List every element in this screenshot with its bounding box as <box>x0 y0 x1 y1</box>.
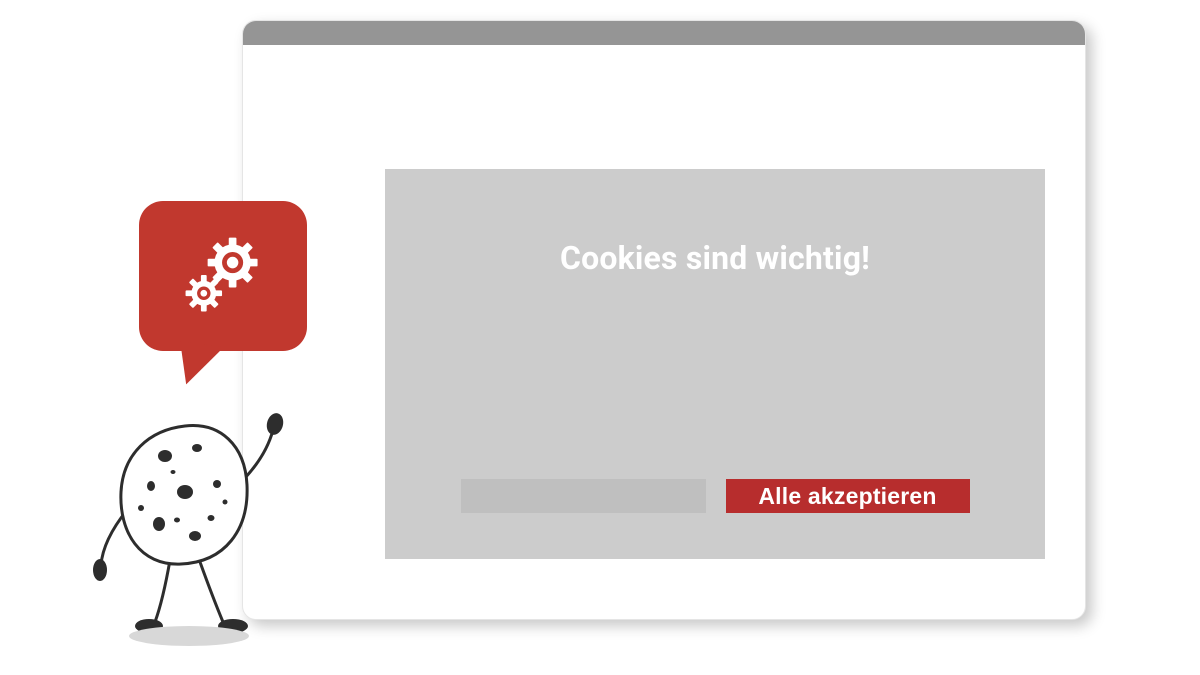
browser-window: Cookies sind wichtig! Alle akzeptieren <box>242 20 1086 620</box>
speech-bubble-tail <box>174 341 223 389</box>
cookie-consent-dialog: Cookies sind wichtig! Alle akzeptieren <box>385 169 1045 559</box>
gears-icon <box>175 228 271 324</box>
dialog-button-row: Alle akzeptieren <box>425 479 1005 513</box>
character-shadow <box>129 626 249 646</box>
accept-all-button[interactable]: Alle akzeptieren <box>726 479 970 513</box>
browser-chrome-bar <box>243 21 1085 45</box>
dialog-title: Cookies sind wichtig! <box>560 239 870 277</box>
cookie-character-svg <box>85 390 325 650</box>
cookie-character <box>85 390 325 650</box>
speech-bubble <box>139 201 307 351</box>
secondary-button[interactable] <box>461 479 706 513</box>
